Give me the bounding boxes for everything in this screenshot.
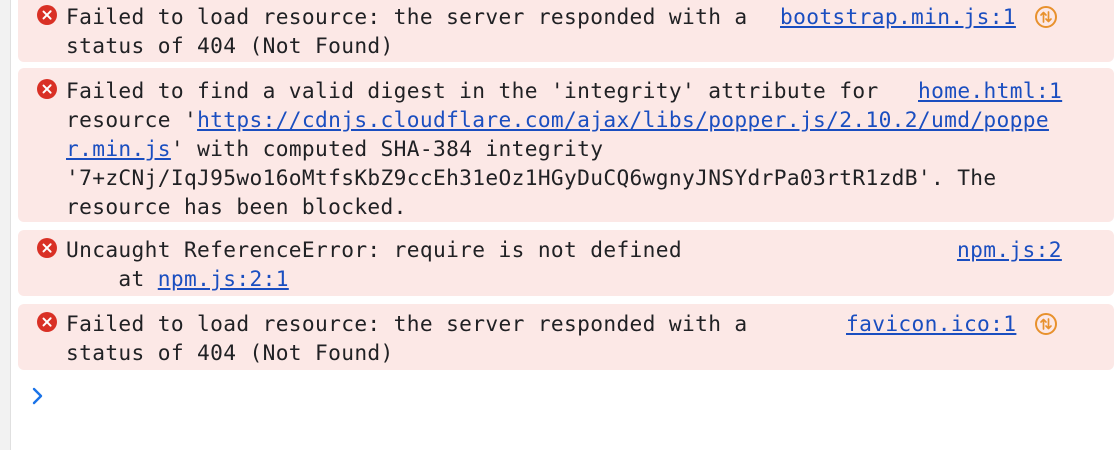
arrows-up-down-icon (1040, 11, 1052, 23)
message-line: ' with computed SHA-384 integrity (170, 136, 604, 161)
message-line: status of 404 (Not Found) (66, 33, 394, 58)
message-text: Failed to find a valid digest in the 'in… (66, 76, 1049, 221)
source-link[interactable]: favicon.ico:1 (846, 309, 1016, 338)
console-message-2[interactable]: Failed to find a valid digest in the 'in… (18, 68, 1114, 222)
console-prompt[interactable] (30, 384, 46, 414)
message-line: resource ' (66, 107, 198, 132)
integrity-url-link[interactable]: https://cdnjs.cloudflare.com/ajax/libs/p… (197, 107, 1049, 132)
source-link[interactable]: bootstrap.min.js:1 (780, 2, 1016, 31)
stack-trace-link[interactable]: npm.js:2:1 (158, 266, 289, 291)
chevron-right-icon (32, 387, 43, 405)
error-icon (37, 79, 57, 99)
console-message-4[interactable]: Failed to load resource: the server resp… (18, 304, 1114, 370)
message-line: Uncaught ReferenceError: require is not … (66, 237, 682, 262)
stack-prefix: at (66, 266, 158, 291)
message-text: Failed to load resource: the server resp… (66, 309, 748, 367)
integrity-url-link-continued[interactable]: r.min.js (66, 136, 171, 161)
console-message-1[interactable]: Failed to load resource: the server resp… (18, 0, 1114, 62)
error-icon (37, 312, 57, 332)
message-text: Uncaught ReferenceError: require is not … (66, 235, 682, 293)
panel-left-edge (0, 0, 11, 450)
message-text: Failed to load resource: the server resp… (66, 2, 748, 60)
source-link[interactable]: npm.js:2 (957, 235, 1062, 264)
arrows-up-down-icon (1040, 318, 1052, 330)
network-icon[interactable] (1035, 6, 1057, 28)
source-link[interactable]: home.html:1 (918, 76, 1062, 105)
message-line: Failed to find a valid digest in the 'in… (66, 78, 879, 103)
message-line: resource has been blocked. (66, 194, 407, 219)
error-icon (37, 238, 57, 258)
message-line: status of 404 (Not Found) (66, 340, 394, 365)
network-icon[interactable] (1035, 313, 1057, 335)
message-line: Failed to load resource: the server resp… (66, 311, 748, 336)
console-message-3[interactable]: Uncaught ReferenceError: require is not … (18, 230, 1114, 296)
error-icon (37, 5, 57, 25)
message-line: '7+zCNj/IqJ95wo16oMtfsKbZ9ccEh31eOz1HGyD… (66, 165, 997, 190)
message-line: Failed to load resource: the server resp… (66, 4, 748, 29)
